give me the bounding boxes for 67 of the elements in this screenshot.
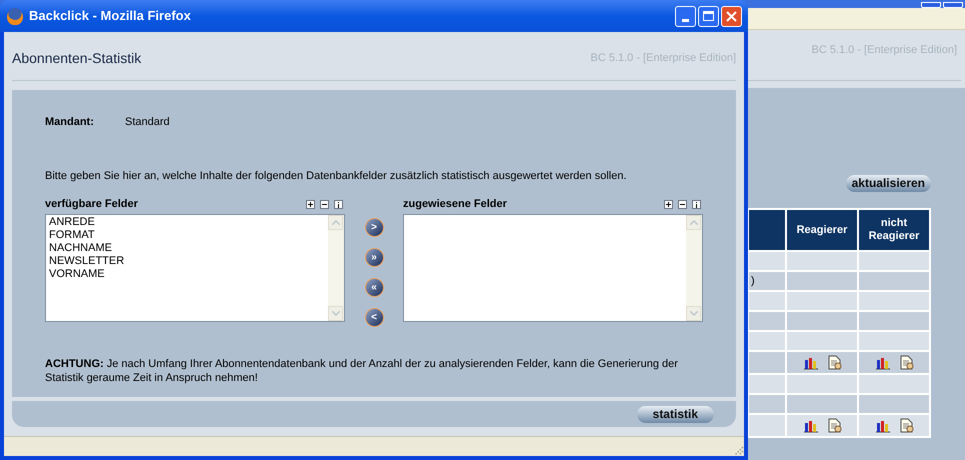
document-icon[interactable] (826, 418, 842, 433)
statistics-button[interactable]: statistik (636, 406, 714, 422)
table-cell (859, 332, 929, 350)
minus-icon[interactable] (320, 200, 329, 209)
transfer-button[interactable]: > (364, 218, 384, 237)
document-icon[interactable] (898, 418, 914, 433)
page-title: Abonnenten-Statistik (12, 48, 142, 68)
bar-chart-icon[interactable] (874, 418, 890, 432)
list-heading: verfügbare Felder (45, 197, 138, 212)
list-item[interactable]: FORMAT (49, 229, 328, 242)
plus-icon[interactable] (306, 200, 315, 209)
table-cell (749, 375, 785, 393)
minimize-icon (682, 18, 689, 22)
table-cell (749, 352, 785, 373)
table-cell (859, 395, 929, 413)
table-cell (749, 415, 785, 436)
transfer-button[interactable]: « (364, 278, 384, 297)
info-icon[interactable] (334, 200, 343, 209)
document-icon[interactable] (826, 355, 842, 370)
list-item[interactable]: NEWSLETTER (49, 255, 328, 268)
table-cell (749, 252, 785, 270)
table-cell (749, 332, 785, 350)
table-cell (787, 395, 857, 413)
table-cell (787, 375, 857, 393)
field-label: Mandant: (45, 115, 95, 130)
table-cell (787, 272, 857, 290)
maximize-icon (703, 11, 714, 21)
table-cell (787, 292, 857, 310)
table-cell (859, 312, 929, 330)
info-icon[interactable] (692, 200, 701, 209)
document-icon[interactable] (898, 355, 914, 370)
transfer-button[interactable]: < (364, 308, 384, 327)
table-cell (787, 332, 857, 350)
table-cell (859, 292, 929, 310)
table-header-cell (749, 210, 785, 250)
table-cell (749, 395, 785, 413)
close-button[interactable] (721, 6, 742, 26)
list-item[interactable]: ANREDE (49, 216, 328, 229)
firefox-logo-icon (6, 7, 24, 25)
close-icon (726, 10, 737, 22)
table-cell (859, 252, 929, 270)
list-heading: zugewiesene Felder (403, 197, 507, 212)
instruction-text: Bitte geben Sie hier an, welche Inhalte der folgenden Datenbankfelder zusätzlich statistisch ausgewertet werden sollen. (45, 168, 628, 184)
table-header-cell: nicht Reagierer (859, 210, 929, 250)
minus-icon[interactable] (678, 200, 687, 209)
table-cell (859, 375, 929, 393)
table-cell (787, 312, 857, 330)
table-cell (749, 292, 785, 310)
table-cell (749, 312, 785, 330)
bar-chart-icon[interactable] (874, 356, 890, 370)
transfer-button[interactable]: » (364, 248, 384, 267)
table-cell (859, 272, 929, 290)
list-box[interactable]: ANREDE FORMAT NACHNAME NEWSLETTER VORNAME (45, 214, 345, 322)
bar-chart-icon[interactable] (802, 418, 818, 432)
table-header-cell: Reagierer (787, 210, 857, 250)
cell-text: ) (751, 274, 755, 289)
bar-chart-icon[interactable] (802, 356, 818, 370)
plus-icon[interactable] (664, 200, 673, 209)
list-box[interactable] (403, 214, 703, 322)
window-title: Backclick - Mozilla Firefox (29, 7, 191, 26)
table-cell (787, 252, 857, 270)
field-value: Standard (125, 115, 170, 130)
warning-text: ACHTUNG: Je nach Umfang Ihrer Abonnentendatenbank und der Anzahl der zu analysierenden Felder, kann die Generierung der Statistik geraume Zeit in Anspruch nehmen! (45, 357, 679, 385)
resize-grip-icon[interactable] (732, 444, 744, 456)
refresh-button[interactable]: aktualisieren (846, 175, 931, 192)
list-item[interactable]: NACHNAME (49, 242, 328, 255)
list-item[interactable]: VORNAME (49, 268, 328, 281)
